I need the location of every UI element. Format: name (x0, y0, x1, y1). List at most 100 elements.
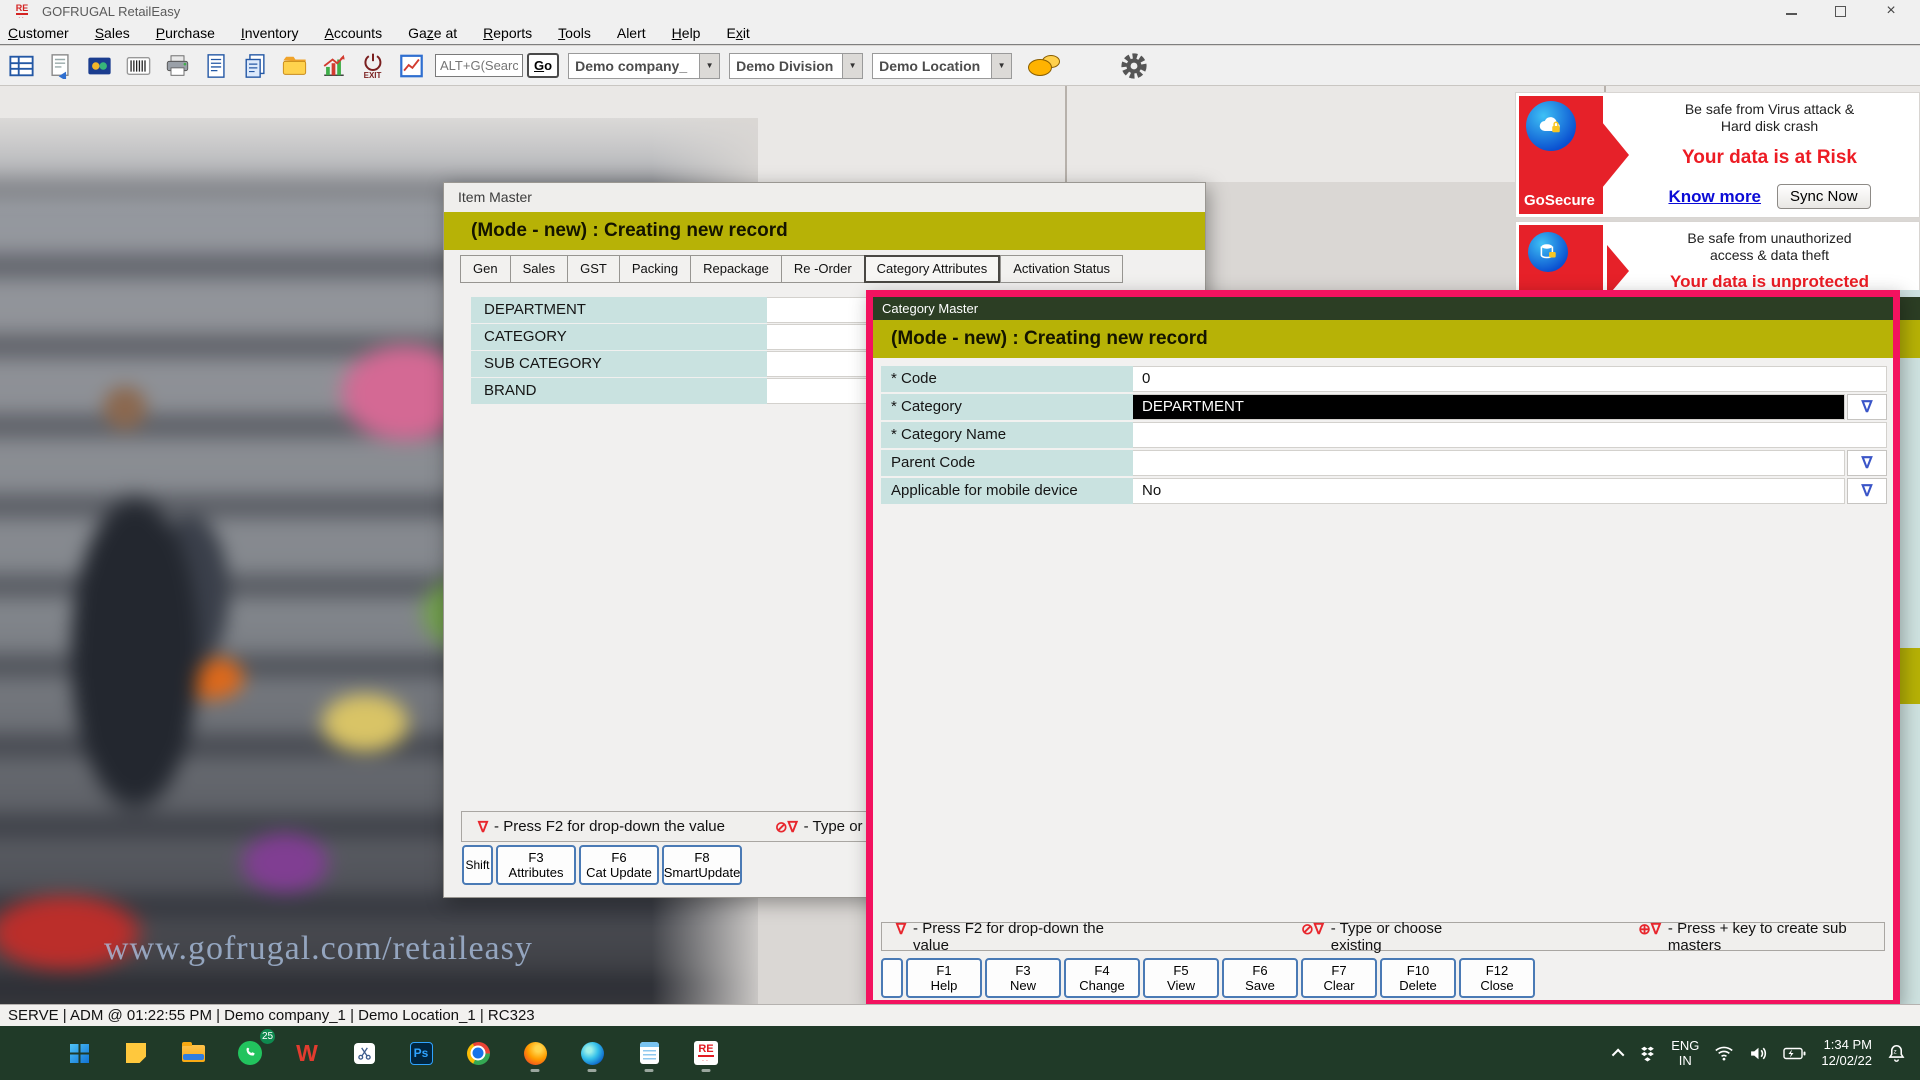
f3-attributes-button[interactable]: F3 Attributes (496, 845, 576, 885)
item-master-title[interactable]: Item Master (444, 183, 1205, 212)
code-input[interactable]: 0 (1133, 366, 1887, 392)
item-master-tabs: Gen Sales GST Packing Repackage Re -Orde… (460, 255, 1124, 283)
division-dropdown[interactable]: Demo Division ▼ (729, 52, 864, 79)
tab-category-attributes[interactable]: Category Attributes (863, 255, 1001, 283)
maximize-button[interactable] (1835, 5, 1846, 17)
chart-icon[interactable] (318, 49, 349, 83)
printer-icon[interactable] (162, 49, 193, 83)
category-master-fields: * Code 0 * Category DEPARTMENT ∇ * Categ… (873, 366, 1893, 504)
exit-label: EXIT (363, 70, 382, 80)
chevron-down-icon[interactable]: ▼ (842, 53, 863, 78)
database-lock-icon (1528, 232, 1568, 272)
folder-icon[interactable] (279, 49, 310, 83)
f6-save-button[interactable]: F6 Save (1222, 958, 1298, 998)
menu-customer[interactable]: Customer (8, 25, 69, 41)
f3-new-button[interactable]: F3 New (985, 958, 1061, 998)
app-icon-text: RE (15, 2, 29, 15)
f4-change-button[interactable]: F4 Change (1064, 958, 1140, 998)
f5-view-button[interactable]: F5 View (1143, 958, 1219, 998)
file-explorer-icon[interactable] (174, 1033, 212, 1073)
menu-reports[interactable]: Reports (483, 25, 532, 41)
chevron-down-icon[interactable]: ▼ (991, 53, 1012, 78)
export-page-icon[interactable] (45, 49, 76, 83)
company-dropdown[interactable]: Demo company_ ▼ (568, 52, 721, 79)
f10-delete-button[interactable]: F10 Delete (1380, 958, 1456, 998)
menu-accounts[interactable]: Accounts (324, 25, 382, 41)
blank-button[interactable] (881, 958, 903, 998)
f7-clear-button[interactable]: F7 Clear (1301, 958, 1377, 998)
f8-smart-update-button[interactable]: F8 SmartUpdate (662, 845, 742, 885)
tab-packing[interactable]: Packing (618, 255, 691, 283)
mobile-device-input[interactable]: No (1133, 478, 1845, 504)
page-copy-icon[interactable] (240, 49, 271, 83)
chevron-down-icon[interactable]: ▼ (699, 53, 720, 78)
tab-re-order[interactable]: Re -Order (780, 255, 864, 283)
photoshop-icon[interactable]: Ps (402, 1033, 440, 1073)
f12-close-button[interactable]: F12 Close (1459, 958, 1535, 998)
notepad-icon[interactable] (630, 1033, 668, 1073)
wifi-icon[interactable] (1714, 1044, 1734, 1062)
mobile-device-dropdown-button[interactable]: ∇ (1847, 478, 1887, 504)
close-button[interactable]: × (1884, 3, 1898, 19)
wps-office-icon[interactable]: W (288, 1033, 326, 1073)
retaileasy-taskbar-icon[interactable]: RE.. (687, 1033, 725, 1073)
tab-repackage[interactable]: Repackage (690, 255, 781, 283)
edge-icon[interactable] (573, 1033, 611, 1073)
tab-sales[interactable]: Sales (509, 255, 568, 283)
f6-cat-update-button[interactable]: F6 Cat Update (579, 845, 659, 885)
know-more-link[interactable]: Know more (1668, 187, 1761, 207)
f1-help-button[interactable]: F1 Help (906, 958, 982, 998)
dropbox-icon[interactable] (1639, 1045, 1656, 1062)
sticky-notes-icon[interactable] (117, 1033, 155, 1073)
invoice-icon[interactable] (201, 49, 232, 83)
tab-activation-status[interactable]: Activation Status (1000, 255, 1124, 283)
taskbar-clock[interactable]: 1:34 PM 12/02/22 (1821, 1037, 1872, 1069)
date-label: 12/02/22 (1821, 1053, 1872, 1068)
menu-alert[interactable]: Alert (617, 25, 646, 41)
tab-gen[interactable]: Gen (460, 255, 510, 283)
sync-now-button[interactable]: Sync Now (1777, 184, 1871, 209)
table-icon[interactable] (6, 49, 37, 83)
minimize-button[interactable] (1786, 7, 1797, 15)
menu-purchase[interactable]: Purchase (156, 25, 215, 41)
go-button[interactable]: Go (527, 53, 560, 78)
menu-gaze-at[interactable]: Gaze at (408, 25, 457, 41)
chrome-icon[interactable] (459, 1033, 497, 1073)
category-input-selected[interactable]: DEPARTMENT (1133, 394, 1845, 420)
shift-button[interactable]: Shift (462, 845, 493, 885)
category-master-title[interactable]: Category Master (873, 297, 1893, 320)
parent-code-dropdown-button[interactable]: ∇ (1847, 450, 1887, 476)
gear-icon[interactable] (1118, 49, 1149, 83)
category-master-mode-bar: (Mode - new) : Creating new record (873, 320, 1893, 358)
menu-help[interactable]: Help (672, 25, 701, 41)
system-tray: ENG IN 1:34 PM 12/02/22 z (1611, 1037, 1920, 1069)
whatsapp-icon[interactable]: 25 (231, 1027, 277, 1073)
gosecure-message-line2: Hard disk crash (1720, 118, 1819, 134)
barcode-icon[interactable] (123, 49, 154, 83)
report-chart-icon[interactable] (396, 49, 427, 83)
category-dropdown-button[interactable]: ∇ (1847, 394, 1887, 420)
location-dropdown[interactable]: Demo Location ▼ (872, 52, 1013, 79)
power-exit-icon[interactable]: EXIT (357, 49, 388, 83)
menu-exit[interactable]: Exit (726, 25, 749, 41)
menu-inventory[interactable]: Inventory (241, 25, 299, 41)
menu-sales[interactable]: Sales (95, 25, 130, 41)
chat-icon[interactable] (1028, 53, 1062, 79)
snipping-tool-icon[interactable] (345, 1033, 383, 1073)
start-button[interactable] (60, 1033, 98, 1073)
volume-icon[interactable] (1749, 1045, 1768, 1062)
tab-gst[interactable]: GST (567, 255, 619, 283)
field-row-mobile-device: Applicable for mobile device No ∇ (873, 478, 1893, 504)
svg-text:z: z (1894, 1048, 1897, 1055)
firefox-icon[interactable] (516, 1033, 554, 1073)
category-name-input[interactable] (1133, 422, 1887, 448)
notification-bell-icon[interactable]: z (1887, 1044, 1906, 1063)
parent-code-input[interactable] (1133, 450, 1845, 476)
gallery-icon[interactable] (84, 49, 115, 83)
global-search-input[interactable] (435, 54, 523, 77)
battery-icon[interactable] (1783, 1047, 1806, 1060)
tray-expand-icon[interactable] (1611, 1048, 1625, 1061)
language-indicator[interactable]: ENG IN (1671, 1038, 1699, 1068)
menu-tools[interactable]: Tools (558, 25, 591, 41)
category-master-window: Category Master (Mode - new) : Creating … (866, 290, 1900, 1007)
